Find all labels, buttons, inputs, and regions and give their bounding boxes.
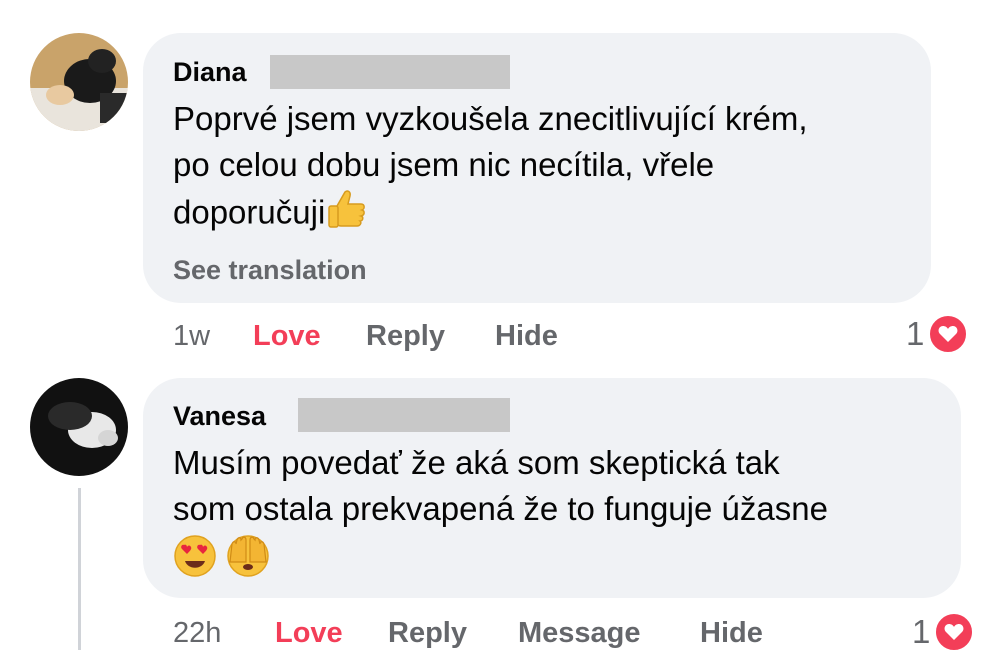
face-with-hands-over-eyes-icon bbox=[226, 534, 270, 590]
reaction-count: 1 bbox=[906, 315, 925, 352]
heart-icon bbox=[928, 314, 969, 354]
comment-emoji-line bbox=[173, 534, 828, 590]
reaction-count: 1 bbox=[912, 613, 931, 650]
reply-button[interactable]: Reply bbox=[388, 617, 467, 650]
comment-time[interactable]: 1w bbox=[173, 320, 210, 353]
commenter-name[interactable]: Diana bbox=[173, 56, 247, 88]
comment-time[interactable]: 22h bbox=[173, 617, 221, 650]
redacted-surname bbox=[298, 398, 510, 432]
comment-text: Poprvé jsem vyzkoušela znecitlivující kr… bbox=[173, 96, 808, 242]
hide-button[interactable]: Hide bbox=[700, 617, 763, 650]
comment-text-line: Poprvé jsem vyzkoušela znecitlivující kr… bbox=[173, 100, 808, 137]
love-button[interactable]: Love bbox=[275, 617, 343, 650]
see-translation-link[interactable]: See translation bbox=[173, 255, 367, 286]
love-button[interactable]: Love bbox=[253, 320, 321, 353]
reply-button[interactable]: Reply bbox=[366, 320, 445, 353]
reaction-summary[interactable]: 1 bbox=[906, 314, 969, 354]
comment-text-line: doporučuji bbox=[173, 188, 808, 242]
comment-text: Musím povedať že aká som skeptická tak s… bbox=[173, 440, 828, 590]
thumbs-up-icon bbox=[325, 188, 367, 242]
comment-text-line: som ostala prekvapená že to funguje úžas… bbox=[173, 490, 828, 527]
comment-text-line: po celou dobu jsem nic necítila, vřele bbox=[173, 146, 715, 183]
heart-icon bbox=[934, 612, 975, 652]
reaction-summary[interactable]: 1 bbox=[912, 612, 975, 652]
hide-button[interactable]: Hide bbox=[495, 320, 558, 353]
comment-actions: 22h Love Reply Message Hide bbox=[0, 617, 1000, 657]
avatar[interactable] bbox=[30, 378, 128, 476]
message-button[interactable]: Message bbox=[518, 617, 641, 650]
redacted-surname bbox=[270, 55, 510, 89]
avatar[interactable] bbox=[30, 33, 128, 131]
comment-text-line: Musím povedať že aká som skeptická tak bbox=[173, 444, 780, 481]
heart-eyes-icon bbox=[173, 534, 217, 590]
comment-actions: 1w Love Reply Hide bbox=[0, 320, 1000, 360]
commenter-name[interactable]: Vanesa bbox=[173, 400, 266, 432]
